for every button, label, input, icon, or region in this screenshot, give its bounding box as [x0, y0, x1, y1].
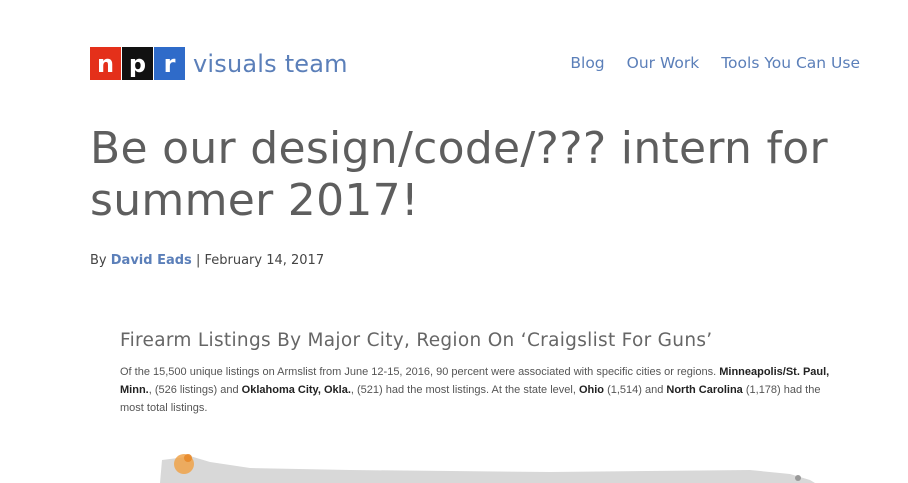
map-marker-gray	[795, 475, 801, 481]
map-land	[160, 456, 815, 483]
us-map-fragment	[160, 454, 815, 483]
logo-letter-n: n	[90, 47, 121, 80]
map-marker-orange-small	[184, 454, 192, 462]
logo-letter-r: r	[154, 47, 185, 80]
desc-text-1: Of the 15,500 unique listings on Armslis…	[120, 366, 720, 378]
main-nav: Blog Our Work Tools You Can Use	[570, 54, 860, 72]
desc-bold-north-carolina: North Carolina	[666, 384, 743, 396]
article-date: February 14, 2017	[204, 253, 325, 268]
nav-link-blog[interactable]: Blog	[570, 54, 604, 72]
desc-bold-ohio: Ohio	[578, 384, 605, 396]
article-title: Be our design/code/??? intern for summer…	[90, 123, 828, 226]
nav-link-our-work[interactable]: Our Work	[627, 54, 700, 72]
npr-visuals-logo[interactable]: n p r visuals team	[90, 47, 348, 80]
site-header: n p r visuals team Blog Our Work Tools Y…	[90, 47, 860, 81]
byline-separator: |	[195, 253, 201, 268]
embedded-graphic: Firearm Listings By Major City, Region O…	[120, 330, 840, 417]
byline: By David Eads | February 14, 2017	[90, 253, 324, 268]
nav-link-tools[interactable]: Tools You Can Use	[721, 54, 860, 72]
graphic-description: Of the 15,500 unique listings on Armslis…	[120, 363, 840, 417]
byline-prefix: By	[90, 253, 107, 268]
desc-text-2: , (526 listings) and	[148, 384, 242, 396]
desc-text-4: (1,514) and	[604, 384, 667, 396]
desc-bold-oklahoma: Oklahoma City, Okla.	[241, 384, 351, 396]
logo-text: visuals team	[193, 49, 348, 78]
graphic-title: Firearm Listings By Major City, Region O…	[120, 330, 713, 351]
desc-text-3: , (521) had the most listings. At the st…	[350, 384, 579, 396]
author-link[interactable]: David Eads	[111, 253, 192, 268]
logo-letter-p: p	[122, 47, 153, 80]
